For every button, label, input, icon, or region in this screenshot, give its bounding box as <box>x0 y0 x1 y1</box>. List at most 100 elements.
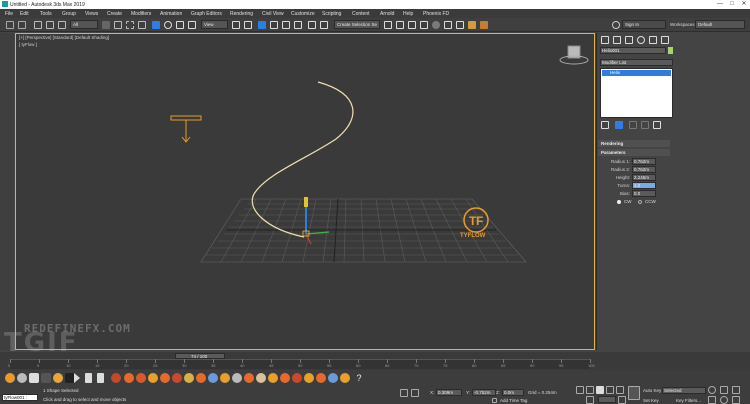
select-object-icon[interactable] <box>102 21 110 29</box>
menu-create[interactable]: Create <box>107 11 122 17</box>
tool-icon-22[interactable] <box>256 373 266 383</box>
hierarchy-tab-icon[interactable] <box>625 36 633 44</box>
layer-explorer-icon[interactable] <box>384 21 392 29</box>
maxscript-listener-field[interactable]: tyFlow001 : <box>2 394 38 401</box>
pin-stack-icon[interactable] <box>601 121 609 129</box>
play-icon[interactable] <box>74 373 80 383</box>
angle-snap-icon[interactable] <box>270 21 278 29</box>
set-key-big-icon[interactable] <box>628 386 640 400</box>
tool-icon-10[interactable] <box>111 373 121 383</box>
tool-icon-25[interactable] <box>292 373 302 383</box>
param-field-turns[interactable]: 1.0 <box>632 182 656 189</box>
utilities-tab-icon[interactable] <box>661 36 669 44</box>
show-end-result-icon[interactable] <box>615 121 623 129</box>
workspaces-dropdown[interactable]: Default <box>695 20 745 29</box>
x-coordinate-field[interactable]: 0.309m <box>436 389 462 396</box>
pivot-center-icon[interactable] <box>232 21 240 29</box>
stack-item-helix[interactable]: Helix <box>602 70 671 76</box>
tool-icon-26[interactable] <box>304 373 314 383</box>
tool-icon-28[interactable] <box>328 373 338 383</box>
field-of-view-icon[interactable] <box>732 386 740 394</box>
add-time-tag[interactable]: Add Time Tag <box>500 398 527 403</box>
zoom-all-icon[interactable] <box>720 386 728 394</box>
menu-rendering[interactable]: Rendering <box>230 11 253 17</box>
menu-customize[interactable]: Customize <box>291 11 315 17</box>
menu-help[interactable]: Help <box>403 11 413 17</box>
curve-editor-icon[interactable] <box>408 21 416 29</box>
y-coordinate-field[interactable]: -0.752m <box>472 389 496 396</box>
remove-modifier-icon[interactable] <box>641 121 649 129</box>
radio-ccw[interactable] <box>638 200 642 204</box>
rendered-frame-icon[interactable] <box>456 21 464 29</box>
prev-frame-icon[interactable] <box>586 386 594 394</box>
create-tab-icon[interactable] <box>601 36 609 44</box>
rollout-rendering[interactable]: Rendering <box>598 140 670 147</box>
tool-icon-13[interactable] <box>148 373 158 383</box>
make-unique-icon[interactable] <box>629 121 637 129</box>
rollout-parameters[interactable]: Parameters <box>598 149 670 156</box>
window-crossing-icon[interactable] <box>138 21 146 29</box>
select-by-name-icon[interactable] <box>114 21 122 29</box>
tool-icon-21[interactable] <box>244 373 254 383</box>
tool-icon-14[interactable] <box>160 373 170 383</box>
modifier-list-dropdown[interactable]: Modifier List <box>600 59 673 66</box>
tool-icon-20[interactable] <box>232 373 242 383</box>
selection-set-dropdown[interactable]: Create Selection Se <box>334 20 380 29</box>
menu-file[interactable]: File <box>5 11 13 17</box>
param-field-radius2[interactable]: 0.762m <box>632 166 656 173</box>
schematic-view-icon[interactable] <box>420 21 428 29</box>
tool-icon-24[interactable] <box>280 373 290 383</box>
object-name-field[interactable]: Helix001 <box>600 47 666 54</box>
render-iterative-icon[interactable] <box>480 21 488 29</box>
radio-cw[interactable] <box>617 200 621 204</box>
move-icon[interactable] <box>152 21 160 29</box>
tool-icon-29[interactable] <box>340 373 350 383</box>
render-icon[interactable] <box>468 21 476 29</box>
time-tag-icon[interactable] <box>492 398 497 403</box>
minimize-button[interactable]: — <box>716 1 724 8</box>
perspective-viewport[interactable]: [+] [Perspective] [Standard] [Default Sh… <box>15 33 595 350</box>
selected-dropdown[interactable]: Selected <box>662 387 706 394</box>
mirror-icon[interactable] <box>320 21 328 29</box>
place-icon[interactable] <box>188 21 196 29</box>
current-frame-field[interactable] <box>598 396 616 403</box>
menu-civil-view[interactable]: Civil View <box>262 11 284 17</box>
next-frame-icon[interactable] <box>606 386 614 394</box>
snaps-toggle-icon[interactable] <box>258 21 266 29</box>
close-button[interactable]: ✕ <box>740 1 748 8</box>
maximize-viewport-icon[interactable] <box>732 396 740 404</box>
menu-tools[interactable]: Tools <box>40 11 52 17</box>
goto-start-icon[interactable] <box>576 386 584 394</box>
toggle-ribbon-icon[interactable] <box>396 21 404 29</box>
menu-edit[interactable]: Edit <box>20 11 29 17</box>
menu-phoenix-fd[interactable]: Phoenix FD <box>423 11 449 17</box>
tool-icon-11[interactable] <box>124 373 134 383</box>
tool-icon-23[interactable] <box>268 373 278 383</box>
menu-graph-editors[interactable]: Graph Editors <box>191 11 222 17</box>
unlink-icon[interactable] <box>46 21 54 29</box>
motion-tab-icon[interactable] <box>637 36 645 44</box>
zoom-icon[interactable] <box>708 386 716 394</box>
pause-icon[interactable] <box>85 373 92 383</box>
menu-group[interactable]: Group <box>62 11 76 17</box>
menu-arnold[interactable]: Arnold <box>380 11 394 17</box>
stop-icon[interactable] <box>97 373 104 383</box>
menu-modifiers[interactable]: Modifiers <box>131 11 151 17</box>
key-filters-button[interactable]: Key Filters... <box>676 398 701 403</box>
modifier-stack[interactable]: Helix <box>600 68 673 118</box>
auto-key-button[interactable]: Auto Key <box>643 388 661 393</box>
param-field-bias[interactable]: 0.0 <box>632 190 656 197</box>
tool-icon-19[interactable] <box>220 373 230 383</box>
tool-icon-12[interactable] <box>136 373 146 383</box>
selection-filter-dropdown[interactable]: All <box>70 20 98 29</box>
time-config-icon[interactable] <box>618 396 626 404</box>
reference-coordinate-dropdown[interactable]: View <box>201 20 228 29</box>
tool-icon-3[interactable] <box>29 373 39 383</box>
select-manipulate-icon[interactable] <box>244 21 252 29</box>
tool-icon-17[interactable] <box>196 373 206 383</box>
orbit-icon[interactable] <box>720 396 728 404</box>
signin-dropdown[interactable]: Sign In <box>622 20 666 29</box>
tool-icon-15[interactable] <box>172 373 182 383</box>
tool-icon-4[interactable] <box>41 373 51 383</box>
tyflow-tool-icon[interactable] <box>5 373 15 383</box>
